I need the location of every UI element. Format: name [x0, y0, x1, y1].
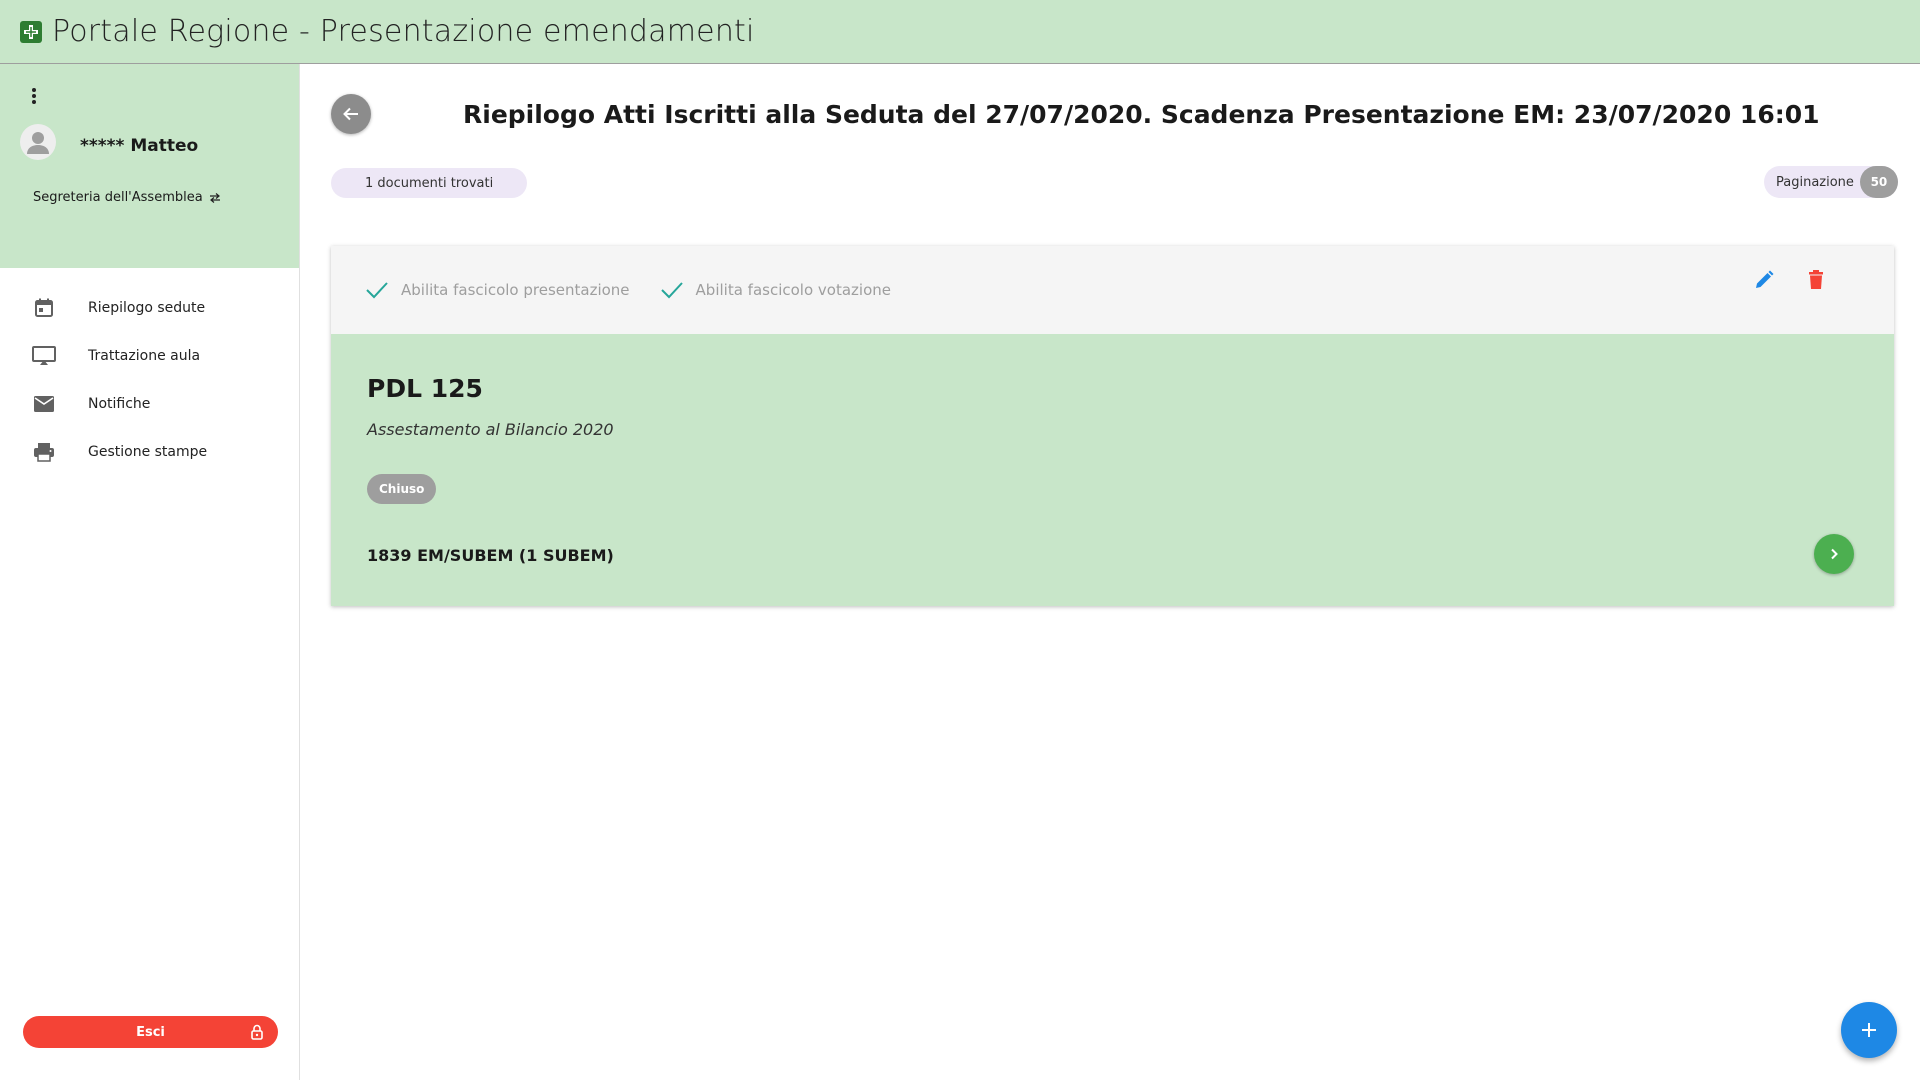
role-switch[interactable]: Segreteria dell'Assemblea: [33, 190, 221, 205]
sidebar-item-gestione-stampe[interactable]: Gestione stampe: [0, 428, 299, 476]
sidebar-item-label: Trattazione aula: [88, 348, 201, 364]
regione-logo-icon: [20, 20, 42, 43]
pencil-icon: [1756, 270, 1774, 288]
sidebar-nav: Riepilogo sedute Trattazione aula Notifi…: [0, 268, 299, 476]
sidebar-item-trattazione-aula[interactable]: Trattazione aula: [0, 332, 299, 380]
sidebar-item-riepilogo-sedute[interactable]: Riepilogo sedute: [0, 284, 299, 332]
plus-icon: [1862, 1023, 1876, 1037]
pagination-label: Paginazione: [1776, 174, 1854, 190]
lock-icon: [250, 1024, 264, 1044]
sidebar-item-label: Riepilogo sedute: [88, 300, 206, 316]
check-icon: [660, 282, 683, 299]
printer-icon: [32, 440, 56, 464]
app-title: Portale Regione - Presentazione emendame…: [52, 14, 755, 49]
page-title: Riepilogo Atti Iscritti alla Seduta del …: [463, 100, 1820, 129]
amendments-count: 1839 EM/SUBEM (1 SUBEM): [367, 546, 614, 565]
logout-button[interactable]: Esci: [23, 1016, 278, 1048]
checkbox-label: Abilita fascicolo votazione: [695, 281, 891, 299]
checkbox-label: Abilita fascicolo presentazione: [401, 281, 630, 299]
checkbox-fascicolo-votazione[interactable]: Abilita fascicolo votazione: [660, 280, 891, 300]
sidebar-item-label: Notifiche: [88, 396, 151, 412]
add-button[interactable]: [1841, 1002, 1897, 1058]
sidebar-item-notifiche[interactable]: Notifiche: [0, 380, 299, 428]
edit-button[interactable]: [1746, 262, 1782, 298]
logout-label: Esci: [136, 1024, 165, 1040]
calendar-icon: [32, 296, 56, 320]
pagination-selector[interactable]: Paginazione 50: [1764, 166, 1898, 198]
role-label: Segreteria dell'Assemblea: [33, 190, 203, 205]
open-document-button[interactable]: [1814, 534, 1854, 574]
arrow-left-icon: [343, 107, 358, 121]
more-vert-icon[interactable]: [28, 86, 40, 108]
status-badge: Chiuso: [367, 474, 437, 504]
monitor-icon: [32, 344, 56, 368]
sidebar-item-label: Gestione stampe: [88, 444, 208, 460]
document-title: PDL 125: [367, 374, 483, 403]
delete-button[interactable]: [1798, 262, 1834, 298]
app-header: Portale Regione - Presentazione emendame…: [0, 0, 1920, 64]
account-icon: [20, 124, 56, 160]
mail-icon: [32, 392, 56, 416]
pagination-value: 50: [1859, 166, 1898, 198]
user-name: ***** Matteo: [80, 136, 199, 156]
documents-found-badge: 1 documenti trovati: [331, 168, 528, 198]
swap-icon: [209, 192, 220, 203]
sidebar: ***** Matteo Segreteria dell'Assemblea R…: [0, 64, 300, 1080]
checkbox-fascicolo-presentazione[interactable]: Abilita fascicolo presentazione: [365, 280, 630, 300]
chevron-right-icon: [1831, 548, 1838, 560]
trash-icon: [1809, 270, 1823, 289]
user-panel: ***** Matteo Segreteria dell'Assemblea: [0, 64, 299, 268]
document-subtitle: Assestamento al Bilancio 2020: [367, 420, 614, 439]
card-toolbar: Abilita fascicolo presentazione Abilita …: [331, 246, 1894, 334]
card-body: PDL 125 Assestamento al Bilancio 2020 Ch…: [331, 334, 1894, 606]
document-card: Abilita fascicolo presentazione Abilita …: [331, 246, 1894, 606]
back-button[interactable]: [331, 94, 371, 134]
main-content: Riepilogo Atti Iscritti alla Seduta del …: [301, 64, 1920, 1080]
check-icon: [366, 282, 388, 299]
